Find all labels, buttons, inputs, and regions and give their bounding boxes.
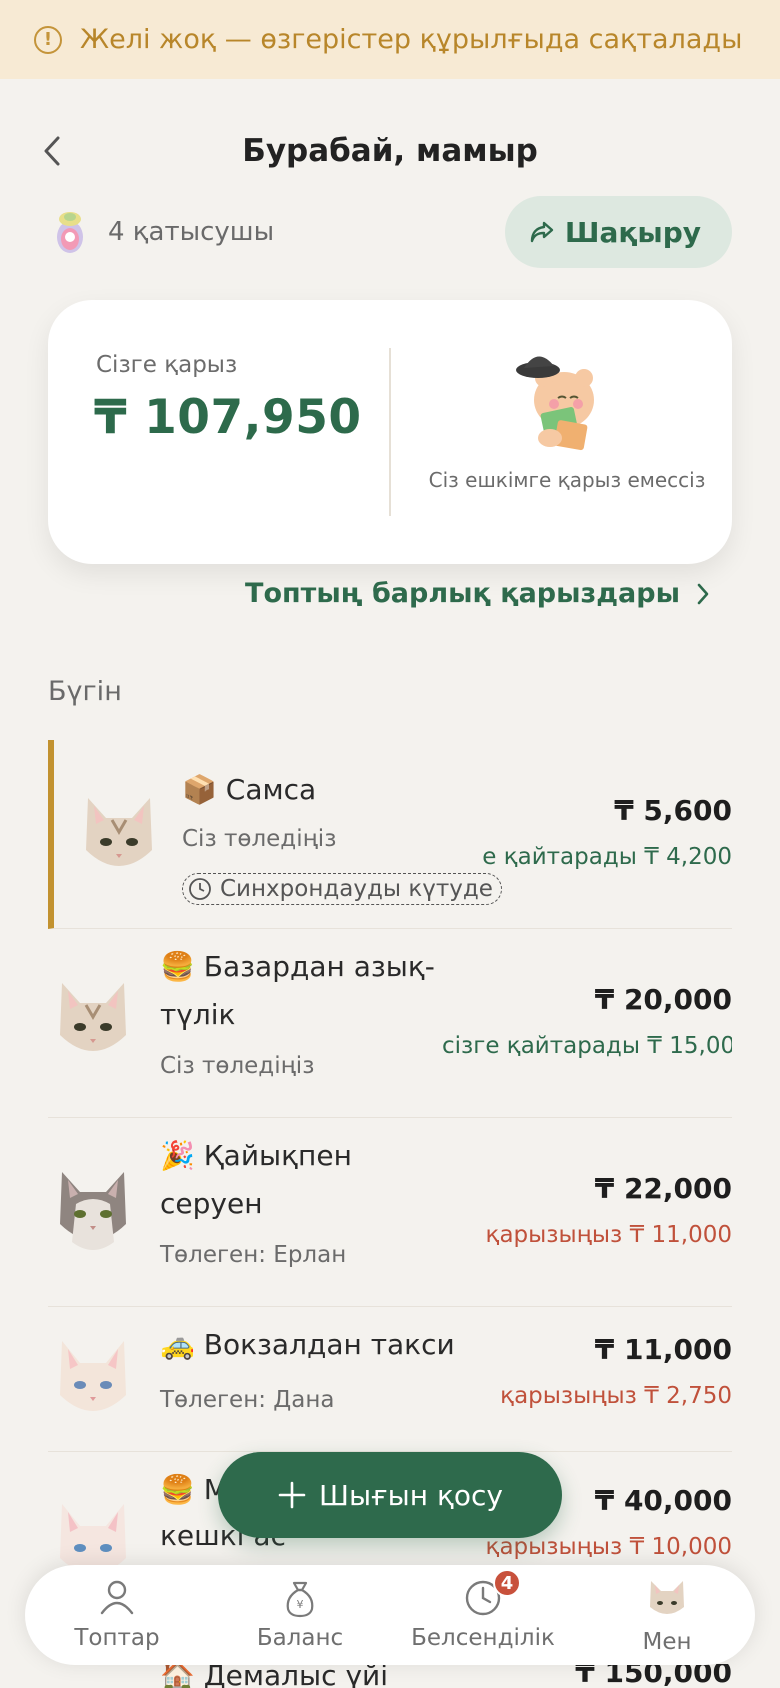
all-group-debts-link[interactable]: Топтың барлық қарыздары (245, 578, 710, 609)
tab-me[interactable]: Мен (587, 1565, 747, 1665)
members-row: 4 қатысушы Шақыру (48, 196, 732, 268)
add-expense-button[interactable]: Шығын қосу (218, 1452, 562, 1538)
offline-banner: ! Желі жоқ — өзгерістер құрылғыда сақтал… (0, 0, 780, 79)
expense-row[interactable]: 🎉 Қайықпен серуен Төлеген: Ерлан ₸ 22,00… (48, 1118, 732, 1307)
expense-title: 🎉 Қайықпен (160, 1132, 352, 1180)
cat-avatar-icon (60, 1172, 126, 1250)
expense-balance-note: е қайтарады ₸ 4,200 (482, 844, 732, 870)
expense-title-text: Қайықпен (203, 1139, 352, 1172)
category-emoji-icon: 🍔 (160, 1473, 195, 1506)
owed-amount: ₸ 107,950 (94, 390, 362, 445)
group-avatar-icon[interactable] (48, 207, 92, 257)
all-debts-label: Топтың барлық қарыздары (245, 578, 680, 609)
svg-text:¥: ¥ (297, 1598, 304, 1611)
expense-title: 🍔 Базардан азық- (160, 943, 435, 991)
tab-activity[interactable]: 4 Белсенділік (403, 1565, 563, 1665)
no-debt-note: Сіз ешкімге қарыз емессіз (428, 468, 706, 492)
tab-label: Белсенділік (411, 1625, 555, 1651)
category-emoji-icon: 🚕 (160, 1328, 195, 1361)
expense-amount: ₸ 11,000 (594, 1333, 732, 1366)
bear-with-money-illustration (516, 356, 594, 451)
activity-count-badge: 4 (493, 1569, 521, 1597)
expense-title: 🚕 Вокзалдан такси (160, 1321, 455, 1369)
tab-groups[interactable]: Топтар (37, 1565, 197, 1665)
expense-row[interactable]: 🚕 Вокзалдан такси Төлеген: Дана ₸ 11,000… (48, 1307, 732, 1452)
expense-row[interactable]: 📦 Самса Сіз төледіңіз Синхрондауды күтуд… (48, 740, 732, 929)
share-arrow-icon (530, 221, 554, 243)
expense-payer: Төлеген: Дана (160, 1387, 335, 1413)
page-title: Бурабай, мамыр (242, 133, 538, 169)
bottom-tab-bar: Топтар ¥ Баланс 4 Белсенділік Мен (25, 1565, 755, 1665)
money-bag-icon: ¥ (286, 1581, 314, 1618)
expense-title: 🏠 Демалыс үйі (160, 1664, 388, 1688)
alert-circle-icon: ! (34, 25, 62, 54)
pending-sync-text: Синхрондауды күтуде (220, 876, 493, 902)
expense-amount: ₸ 40,000 (594, 1484, 732, 1517)
expense-row[interactable]: 🍔 Базардан азық- түлік Сіз төледіңіз ₸ 2… (48, 929, 732, 1118)
cat-avatar-icon (86, 798, 152, 866)
members-count[interactable]: 4 қатысушы (108, 217, 274, 247)
cat-avatar-icon (60, 983, 126, 1051)
expense-balance-note: қарызыңыз ₸ 10,000 (485, 1534, 732, 1560)
expense-payer: Сіз төледіңіз (160, 1053, 315, 1079)
chevron-right-icon (697, 583, 709, 604)
plus-icon (278, 1481, 306, 1509)
clock-icon (189, 878, 211, 900)
balance-summary-card[interactable]: Сізге қарыз ₸ 107,950 Сіз ешкімге қарыз … (48, 300, 732, 564)
card-divider (389, 348, 391, 516)
expense-balance-note: сізге қайтарады ₸ 15,000 (442, 1033, 732, 1059)
chevron-left-icon[interactable] (38, 134, 68, 168)
pending-sync-badge: Синхрондауды күтуде (182, 873, 502, 905)
expense-title: 📦 Самса (182, 766, 316, 814)
invite-button[interactable]: Шақыру (504, 196, 732, 268)
category-emoji-icon: 📦 (182, 773, 217, 806)
category-emoji-icon: 🏠 (160, 1664, 195, 1688)
invite-label: Шақыру (564, 215, 701, 249)
expense-title-line2: серуен (160, 1187, 263, 1220)
cat-avatar-icon (650, 1581, 684, 1614)
owed-label: Сізге қарыз (96, 352, 238, 378)
offline-banner-text: Желі жоқ — өзгерістер құрылғыда сақталад… (80, 24, 743, 55)
expense-amount: ₸ 22,000 (594, 1172, 732, 1205)
page-header: Бурабай, мамыр (0, 120, 780, 182)
expense-payer: Сіз төледіңіз (182, 826, 337, 852)
add-expense-label: Шығын қосу (319, 1478, 503, 1512)
tab-label: Баланс (256, 1625, 344, 1651)
expense-balance-note: қарызыңыз ₸ 11,000 (485, 1222, 732, 1248)
people-icon (100, 1580, 134, 1615)
expense-balance-note: қарызыңыз ₸ 2,750 (500, 1383, 732, 1409)
cat-avatar-icon (60, 1341, 126, 1411)
tab-balance[interactable]: ¥ Баланс (220, 1565, 380, 1665)
expense-amount: ₸ 5,600 (614, 794, 732, 827)
category-emoji-icon: 🍔 (160, 950, 195, 983)
expense-amount: ₸ 150,000 (575, 1664, 732, 1688)
expense-title-text: Базардан азық- (203, 950, 435, 983)
expense-payer: Төлеген: Ерлан (160, 1242, 347, 1268)
category-emoji-icon: 🎉 (160, 1139, 195, 1172)
expense-amount: ₸ 20,000 (594, 983, 732, 1016)
tab-label: Топтар (74, 1625, 160, 1651)
expense-title-text: Вокзалдан такси (203, 1328, 455, 1361)
expense-row-peek[interactable]: 🏠 Демалыс үйі ₸ 150,000 (48, 1664, 732, 1688)
expense-title-text: Демалыс үйі (203, 1664, 389, 1688)
expense-title-line2: түлік (160, 998, 236, 1031)
tab-label: Мен (642, 1629, 692, 1655)
expense-title-text: Самса (225, 773, 317, 806)
section-header-today: Бүгін (48, 676, 122, 707)
